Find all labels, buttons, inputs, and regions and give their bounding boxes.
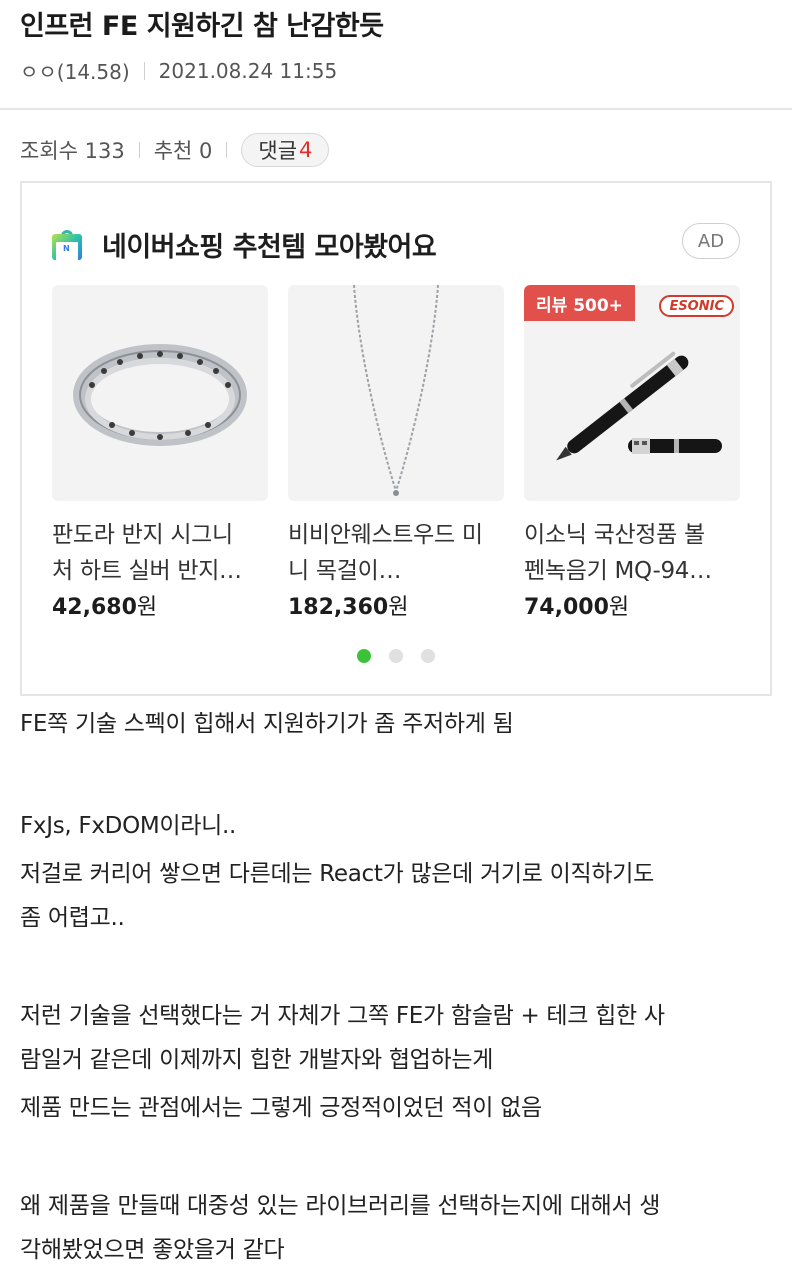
body-line: 저런 기술을 선택했다는 거 자체가 그쪽 FE가 함슬람 + 테크 힙한 사 [20, 1003, 665, 1029]
post-stats: 조회수 133 추천 0 댓글 4 [20, 132, 330, 168]
product-card[interactable]: 판도라 반지 시그니 처 하트 실버 반지… 42,680원 [52, 285, 268, 621]
comment-button[interactable]: 댓글 4 [241, 133, 330, 167]
carousel-pagination [22, 649, 770, 663]
body-line: 제품 만드는 관점에서는 그렇게 긍정적이었던 적이 없음 [20, 1095, 542, 1121]
product-name-line: 비비안웨스트우드 미 [288, 522, 483, 548]
post-date: 2021.08.24 11:55 [158, 58, 338, 83]
post-header: 인프런 FE 지원하긴 참 난감한듯 ㅇㅇ(14.58) 2021.08.24 … [0, 0, 792, 110]
price-value: 74,000 [524, 595, 609, 620]
review-count-badge: 리뷰 500+ [524, 285, 635, 321]
body-line: 저걸로 커리어 쌓으면 다른데는 React가 많은데 거기로 이직하기도 [20, 861, 654, 887]
recommend-count: 추천 0 [153, 139, 213, 163]
body-line: FxJs, FxDOM이라니.. [20, 813, 237, 839]
product-price: 74,000원 [524, 589, 740, 621]
product-image-pen-recorder[interactable]: 리뷰 500+ ESONIC [524, 285, 740, 501]
product-name[interactable]: 판도라 반지 시그니 처 하트 실버 반지… [52, 517, 268, 589]
stats-divider [226, 142, 228, 158]
product-image-necklace[interactable] [288, 285, 504, 501]
product-name-line: 처 하트 실버 반지… [52, 558, 242, 584]
post-meta: ㅇㅇ(14.58) 2021.08.24 11:55 [20, 56, 337, 85]
price-unit: 원 [388, 595, 409, 620]
product-name-line: 펜녹음기 MQ-94… [524, 558, 712, 584]
product-name[interactable]: 이소닉 국산정품 볼 펜녹음기 MQ-94… [524, 517, 740, 589]
product-name[interactable]: 비비안웨스트우드 미 니 목걸이… [288, 517, 504, 589]
post-title: 인프런 FE 지원하긴 참 난감한듯 [20, 11, 384, 42]
product-name-line: 이소닉 국산정품 볼 [524, 522, 705, 548]
naver-shopping-bag-icon: N [52, 229, 82, 260]
body-line: FE쪽 기술 스펙이 힙해서 지원하기가 좀 주저하게 됨 [20, 711, 514, 737]
product-card[interactable]: 비비안웨스트우드 미 니 목걸이… 182,360원 [288, 285, 504, 621]
carousel-dot-2[interactable] [389, 649, 403, 663]
body-line: 왜 제품을 만들때 대중성 있는 라이브러리를 선택하는지에 대해서 생 [20, 1193, 661, 1219]
comment-count: 4 [299, 138, 313, 162]
carousel-dot-3[interactable] [421, 649, 435, 663]
product-price: 42,680원 [52, 589, 268, 621]
product-name-line: 판도라 반지 시그니 [52, 522, 233, 548]
product-price: 182,360원 [288, 589, 504, 621]
author-name[interactable]: ㅇㅇ(14.58) [20, 56, 130, 85]
price-value: 182,360 [288, 595, 389, 620]
esonic-brand-logo: ESONIC [659, 295, 734, 317]
view-count: 조회수 133 [20, 139, 125, 163]
product-image-ring[interactable] [52, 285, 268, 501]
price-unit: 원 [136, 595, 158, 620]
stats-divider [138, 142, 140, 158]
body-line: 각해봤었으면 좋았을거 같다 [20, 1237, 285, 1263]
ad-badge[interactable]: AD [682, 223, 740, 259]
carousel-dot-1[interactable] [357, 649, 371, 663]
ad-title: 네이버쇼핑 추천템 모아봤어요 [102, 232, 437, 263]
ad-header: N 네이버쇼핑 추천템 모아봤어요 [52, 225, 437, 264]
body-line: 좀 어렵고.. [20, 905, 125, 931]
comment-label: 댓글 [258, 139, 298, 163]
price-value: 42,680 [52, 595, 137, 620]
body-line: 람일거 같은데 이제까지 힙한 개발자와 협업하는게 [20, 1047, 494, 1073]
shopping-ad-panel: N 네이버쇼핑 추천템 모아봤어요 AD 판도라 반지 시그니 처 하트 실버 … [20, 181, 772, 696]
product-card[interactable]: 리뷰 500+ ESONIC 이소닉 국산정품 볼 펜녹음기 MQ-94… 74… [524, 285, 740, 621]
product-name-line: 니 목걸이… [288, 558, 402, 584]
meta-divider [143, 61, 145, 80]
price-unit: 원 [608, 595, 630, 620]
